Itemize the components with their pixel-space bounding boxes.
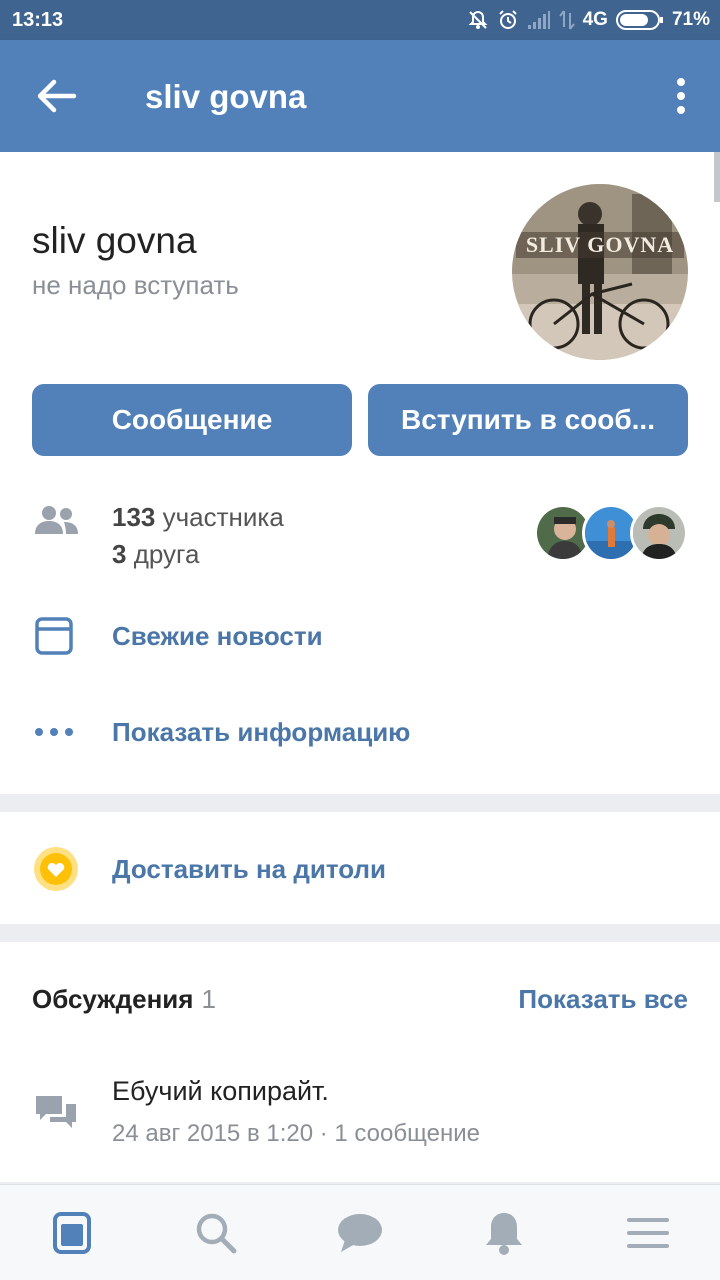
friends-count[interactable]: 3 друга [112,539,199,570]
nav-notifications[interactable] [432,1185,576,1280]
group-name: sliv govna [32,220,197,261]
discussions-count: 1 [201,984,216,1014]
heart-icon [32,845,80,898]
discussion-icon [34,1092,78,1137]
members-label: участника [162,502,284,532]
status-bar: 13:13 4G 71% [0,0,720,40]
bottom-nav [0,1184,720,1280]
network-type: 4G [582,9,608,30]
page-title: sliv govna [145,78,307,115]
battery-icon [615,10,663,30]
discussions-title: Обсуждения 1 [32,984,216,1015]
menu-icon [627,1217,669,1248]
scrollbar[interactable] [714,152,720,202]
signal-icon [527,11,550,29]
ellipsis-icon [34,724,74,745]
discussions-card: Обсуждения 1 Показать все Ебучий копирайт… [0,942,720,1182]
group-avatar[interactable]: SLIV GOVNA [512,184,688,360]
search-icon [196,1213,237,1253]
arrow-left-icon [37,79,77,113]
nav-messages[interactable] [288,1185,432,1280]
friends-number: 3 [112,539,127,569]
message-button[interactable]: Сообщение [32,384,352,456]
more-options-button[interactable] [668,74,694,118]
news-icon [53,1211,91,1254]
battery-level: 71% [671,9,710,30]
status-time: 13:13 [12,9,64,31]
friend-avatars[interactable] [534,504,688,562]
discussions-title-text: Обсуждения [32,984,194,1014]
more-vertical-icon [677,78,685,114]
members-icon [34,504,80,543]
group-avatar-image: SLIV GOVNA [512,184,688,360]
fresh-news-link[interactable]: Свежие новости [112,621,323,652]
messages-icon [338,1213,382,1252]
members-number: 133 [112,502,156,532]
group-header-card: sliv govna не надо вступать SLIV GOVNA С… [0,152,720,794]
data-transfer-icon [558,10,575,30]
topic-meta: 24 авг 2015 в 1:20 · 1 сообщение [112,1120,480,1147]
nav-news[interactable] [0,1185,144,1280]
show-info-link[interactable]: Показать информацию [112,717,410,748]
nav-menu[interactable] [576,1185,720,1280]
join-group-button[interactable]: Вступить в сооб... [368,384,688,456]
donate-card[interactable]: Доставить на дитоли [0,812,720,924]
nav-search[interactable] [144,1185,288,1280]
app-bar: sliv govna [0,40,720,152]
group-status: не надо вступать [32,270,239,300]
avatar [630,504,688,562]
status-icons: 4G 71% [467,8,710,32]
notifications-icon [486,1212,522,1255]
alarm-icon [498,10,517,29]
show-all-link[interactable]: Показать все [518,984,688,1015]
donate-link[interactable]: Доставить на дитоли [112,854,386,885]
news-feed-icon [34,616,74,661]
group-avatar-text: SLIV GOVNA [526,232,674,257]
mute-icon [468,10,488,29]
back-button[interactable] [30,74,82,118]
members-count[interactable]: 133 участника [112,502,284,533]
topic-title[interactable]: Ебучий копирайт. [112,1076,329,1107]
friends-label: друга [133,539,200,569]
